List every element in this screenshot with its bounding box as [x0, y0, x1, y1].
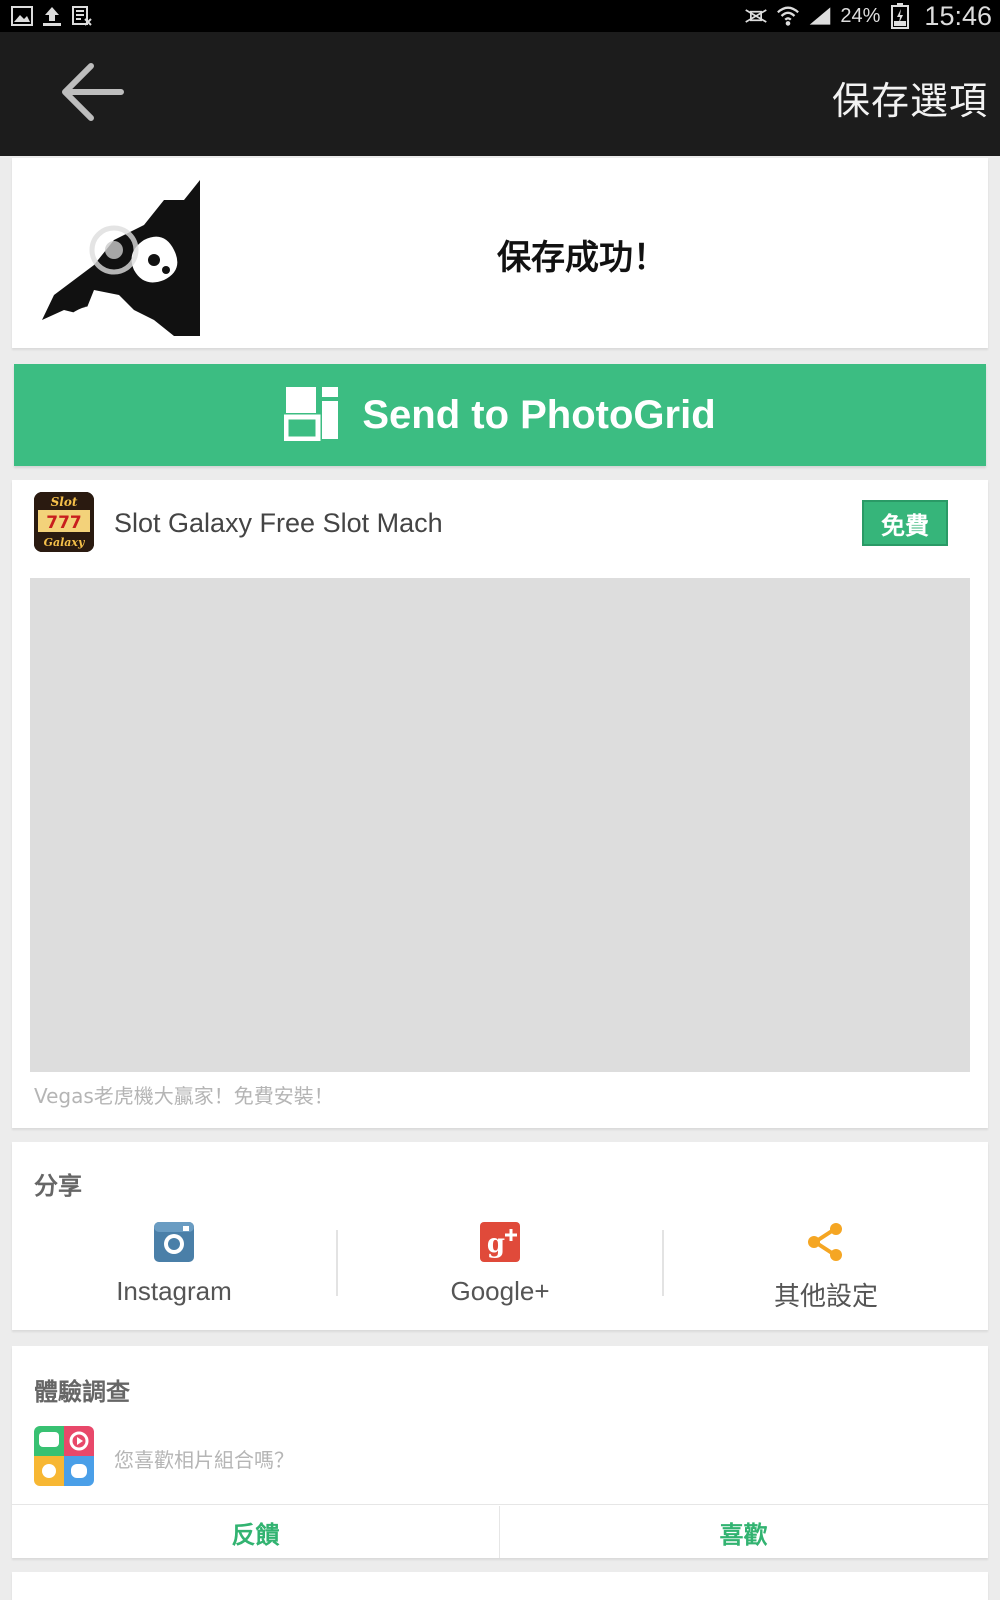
share-section-title: 分享 — [34, 1172, 82, 1200]
share-other-settings-button[interactable]: 其他設定 — [664, 1220, 988, 1320]
survey-question: 您喜歡相片組合嗎？ — [114, 1448, 294, 1472]
upload-icon — [40, 4, 64, 28]
ad-card: Slot 777 Galaxy Slot Galaxy Free Slot Ma… — [12, 480, 988, 1128]
other-settings-label: 其他設定 — [773, 1281, 878, 1311]
ad-description: Vegas老虎機大贏家！免費安裝！ — [34, 1084, 334, 1108]
share-google-plus-button[interactable]: g Google+ — [338, 1220, 662, 1320]
send-to-photogrid-label: Send to PhotoGrid — [362, 392, 716, 437]
status-bar: 24% 15:46 — [0, 0, 1000, 32]
ad-title[interactable]: Slot Galaxy Free Slot Mach — [114, 508, 443, 539]
battery-icon — [888, 3, 912, 29]
photo-collage-app-icon — [34, 1426, 94, 1486]
survey-card: 體驗調查 您喜歡相片組合嗎？ 反饋 喜歡 — [12, 1346, 988, 1558]
toolbar: 保存選項 — [0, 32, 1000, 156]
free-install-button[interactable]: 免費 — [862, 500, 948, 546]
battery-percent: 24% — [840, 4, 881, 27]
clock: 15:46 — [924, 0, 992, 31]
share-icon — [804, 1220, 848, 1264]
signal-icon — [808, 4, 832, 28]
divider — [12, 1504, 988, 1505]
wifi-icon — [776, 4, 800, 28]
no-signal-icon — [744, 4, 768, 28]
instagram-label: Instagram — [116, 1276, 232, 1306]
ad-image-placeholder[interactable] — [30, 578, 970, 1072]
back-button[interactable] — [56, 58, 128, 130]
share-card: 分享 Instagram g Google+ 其他設定 — [12, 1142, 988, 1330]
screenshot-icon — [70, 4, 94, 28]
page-title: 保存選項 — [831, 79, 988, 123]
instagram-icon — [152, 1220, 196, 1264]
app-icon-text-slot: Slot — [51, 495, 78, 509]
like-button[interactable]: 喜歡 — [500, 1506, 987, 1558]
svg-text:g: g — [487, 1229, 505, 1259]
save-success-message: 保存成功！ — [497, 238, 667, 278]
survey-section-title: 體驗調查 — [34, 1378, 130, 1406]
send-to-photogrid-button[interactable]: Send to PhotoGrid — [14, 364, 986, 466]
photogrid-logo-icon — [283, 385, 340, 445]
arrow-left-icon — [59, 59, 125, 129]
next-card — [12, 1572, 988, 1600]
feedback-button[interactable]: 反饋 — [12, 1506, 499, 1558]
app-icon-text-777: 777 — [46, 513, 82, 533]
share-instagram-button[interactable]: Instagram — [12, 1220, 336, 1320]
google-plus-label: Google+ — [450, 1276, 550, 1306]
saved-card: 保存成功！ — [12, 158, 988, 348]
google-plus-icon: g — [478, 1220, 522, 1264]
slot-galaxy-app-icon[interactable]: Slot 777 Galaxy — [34, 492, 94, 552]
saved-image-thumbnail[interactable] — [34, 170, 200, 336]
image-icon — [10, 4, 34, 28]
app-icon-text-galaxy: Galaxy — [44, 536, 86, 549]
